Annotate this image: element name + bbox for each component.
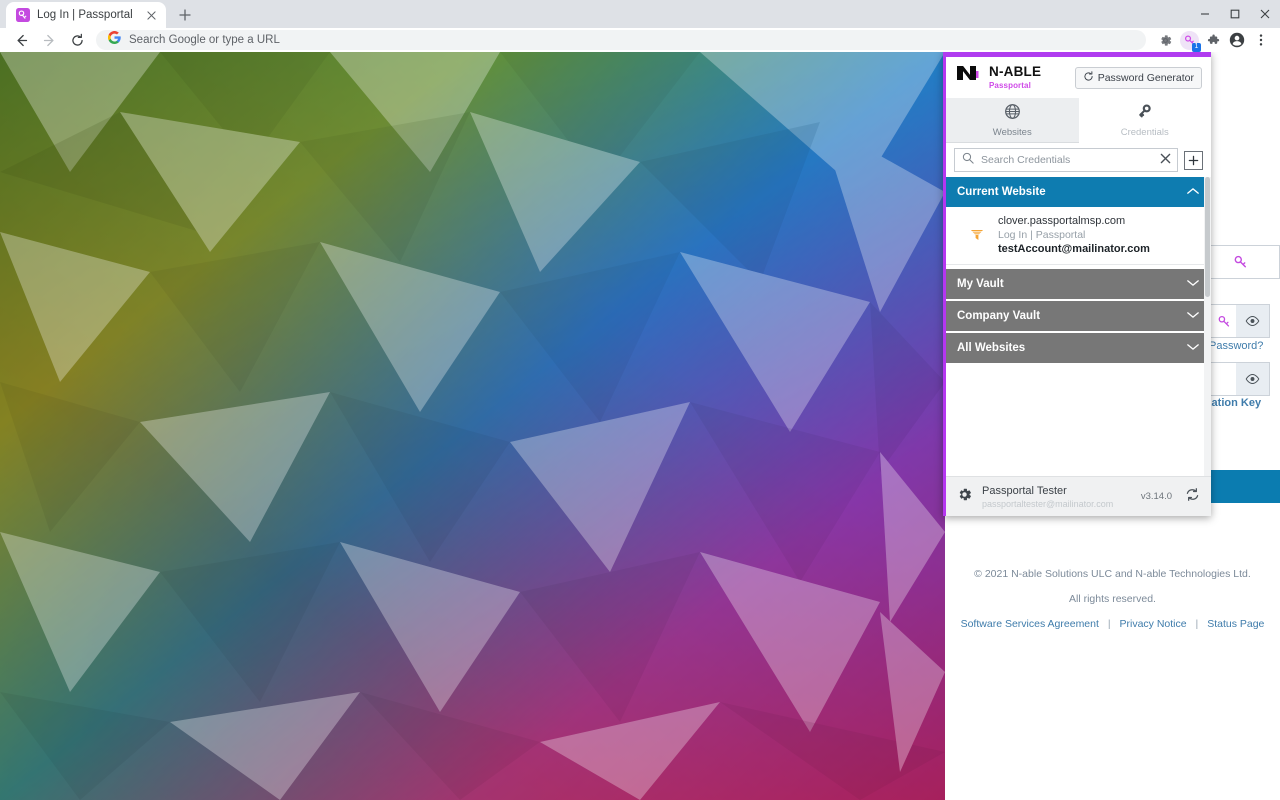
n-able-logo-icon — [956, 64, 982, 91]
panel-accent-bar — [943, 52, 1211, 57]
section-current-website-label: Current Website — [957, 186, 1046, 198]
sign-in-button[interactable] — [1205, 470, 1280, 503]
credential-list-item[interactable]: clover.passportalmsp.com Log In | Passpo… — [946, 207, 1211, 265]
maximize-icon[interactable] — [1220, 0, 1250, 28]
footer-user: Passportal Tester passportaltester@maili… — [982, 485, 1132, 509]
chevron-up-icon — [1187, 186, 1199, 198]
puzzle-piece-icon[interactable] — [1202, 29, 1224, 51]
funnel-icon — [956, 227, 998, 243]
credential-text-lines: clover.passportalmsp.com Log In | Passpo… — [998, 215, 1150, 255]
tab-strip: Log In | Passportal — [0, 0, 1280, 28]
software-services-agreement-link[interactable]: Software Services Agreement — [961, 618, 1099, 630]
search-icon — [962, 151, 974, 169]
section-current-website[interactable]: Current Website — [946, 177, 1211, 207]
organization-key-label: ization Key — [1203, 397, 1261, 409]
passportal-extension-icon[interactable]: 1 — [1178, 29, 1200, 51]
chevron-down-icon — [1187, 342, 1199, 354]
close-icon[interactable] — [1250, 0, 1280, 28]
panel-footer: Passportal Tester passportaltester@maili… — [946, 476, 1211, 516]
chevron-down-icon — [1187, 310, 1199, 322]
gear-icon[interactable] — [956, 486, 973, 508]
forgot-password-link[interactable]: Password? — [1209, 340, 1263, 352]
credential-site: clover.passportalmsp.com — [998, 215, 1150, 227]
add-credential-button[interactable] — [1184, 151, 1203, 170]
minimize-icon[interactable] — [1190, 0, 1220, 28]
password-field[interactable] — [1200, 245, 1280, 279]
password-generator-button[interactable]: Password Generator — [1075, 67, 1202, 89]
panel-body: Current Website clover.passportalmsp.com… — [946, 177, 1211, 476]
window-controls — [1190, 0, 1280, 28]
brand-sub: Passportal — [989, 82, 1041, 90]
footer-user-email: passportaltester@mailinator.com — [982, 499, 1132, 509]
organization-key-field[interactable] — [1210, 362, 1270, 396]
footer-copyright: © 2021 N-able Solutions ULC and N-able T… — [945, 564, 1280, 584]
footer-separator-1: | — [1102, 618, 1117, 630]
tab-credentials-label: Credentials — [1121, 127, 1169, 138]
password-reveal-field[interactable] — [1210, 304, 1270, 338]
password-visibility-eye-icon[interactable] — [1236, 304, 1270, 338]
gear-icon[interactable] — [1154, 29, 1176, 51]
forward-arrow-icon[interactable] — [36, 29, 62, 51]
search-row: Search Credentials — [946, 143, 1211, 177]
status-page-link[interactable]: Status Page — [1207, 618, 1264, 630]
panel-scrollbar[interactable] — [1204, 177, 1211, 476]
tab-title: Log In | Passportal — [37, 9, 137, 21]
organization-key-input[interactable] — [1210, 362, 1236, 396]
search-placeholder: Search Credentials — [981, 154, 1153, 166]
tab-websites[interactable]: Websites — [946, 98, 1079, 143]
section-all-websites[interactable]: All Websites — [946, 333, 1211, 363]
browser-tab[interactable]: Log In | Passportal — [6, 2, 166, 28]
omnibox[interactable]: Search Google or type a URL — [96, 30, 1146, 50]
tab-websites-label: Websites — [993, 127, 1032, 138]
section-all-websites-label: All Websites — [957, 342, 1025, 354]
clear-x-icon[interactable] — [1160, 151, 1171, 169]
key-icon — [16, 8, 30, 22]
three-dot-menu-icon[interactable] — [1250, 29, 1272, 51]
brand-text: N-ABLE Passportal — [989, 65, 1041, 90]
sync-icon[interactable] — [1184, 486, 1201, 508]
reload-icon[interactable] — [64, 29, 90, 51]
background-wallpaper-image — [0, 52, 945, 800]
section-my-vault-label: My Vault — [957, 278, 1004, 290]
globe-icon — [1004, 103, 1021, 125]
password-generator-label: Password Generator — [1098, 72, 1194, 84]
panel-tabs: Websites Credentials — [946, 98, 1211, 143]
page-footer: © 2021 N-able Solutions ULC and N-able T… — [945, 564, 1280, 630]
browser-chrome: Log In | Passportal — [0, 0, 1280, 52]
close-icon[interactable] — [144, 8, 158, 22]
footer-user-name: Passportal Tester — [982, 485, 1132, 497]
key-icon — [1136, 103, 1153, 125]
passportal-extension-panel: N-ABLE Passportal Password Generator — [943, 52, 1211, 516]
new-tab-button[interactable] — [172, 2, 198, 28]
footer-separator-2: | — [1190, 618, 1205, 630]
brand: N-ABLE Passportal — [956, 64, 1041, 91]
extension-badge-count: 1 — [1192, 43, 1201, 52]
footer-links: Software Services Agreement | Privacy No… — [945, 618, 1280, 630]
footer-version: v3.14.0 — [1141, 491, 1172, 502]
page-viewport: Password? ization Key © 2021 N-able Solu… — [0, 52, 1280, 800]
chevron-down-icon — [1187, 278, 1199, 290]
back-arrow-icon[interactable] — [8, 29, 34, 51]
privacy-notice-link[interactable]: Privacy Notice — [1120, 618, 1187, 630]
tab-credentials[interactable]: Credentials — [1079, 98, 1212, 143]
credential-username: testAccount@mailinator.com — [998, 243, 1150, 255]
panel-scrollbar-thumb[interactable] — [1205, 177, 1210, 297]
refresh-icon — [1083, 71, 1094, 85]
footer-rights: All rights reserved. — [945, 589, 1280, 609]
password-field-key-adornment[interactable] — [1200, 245, 1280, 279]
google-g-icon — [108, 31, 121, 49]
omnibox-placeholder: Search Google or type a URL — [129, 34, 280, 46]
profile-avatar-icon[interactable] — [1226, 29, 1248, 51]
password-reveal-key-icon[interactable] — [1210, 304, 1236, 338]
section-company-vault-label: Company Vault — [957, 310, 1040, 322]
panel-header: N-ABLE Passportal Password Generator — [946, 57, 1211, 98]
organization-key-eye-icon[interactable] — [1236, 362, 1270, 396]
brand-name: N-ABLE — [989, 65, 1041, 79]
section-my-vault[interactable]: My Vault — [946, 269, 1211, 299]
section-company-vault[interactable]: Company Vault — [946, 301, 1211, 331]
search-input[interactable]: Search Credentials — [954, 148, 1178, 172]
credential-title: Log In | Passportal — [998, 229, 1150, 241]
browser-toolbar: Search Google or type a URL 1 — [0, 28, 1280, 52]
